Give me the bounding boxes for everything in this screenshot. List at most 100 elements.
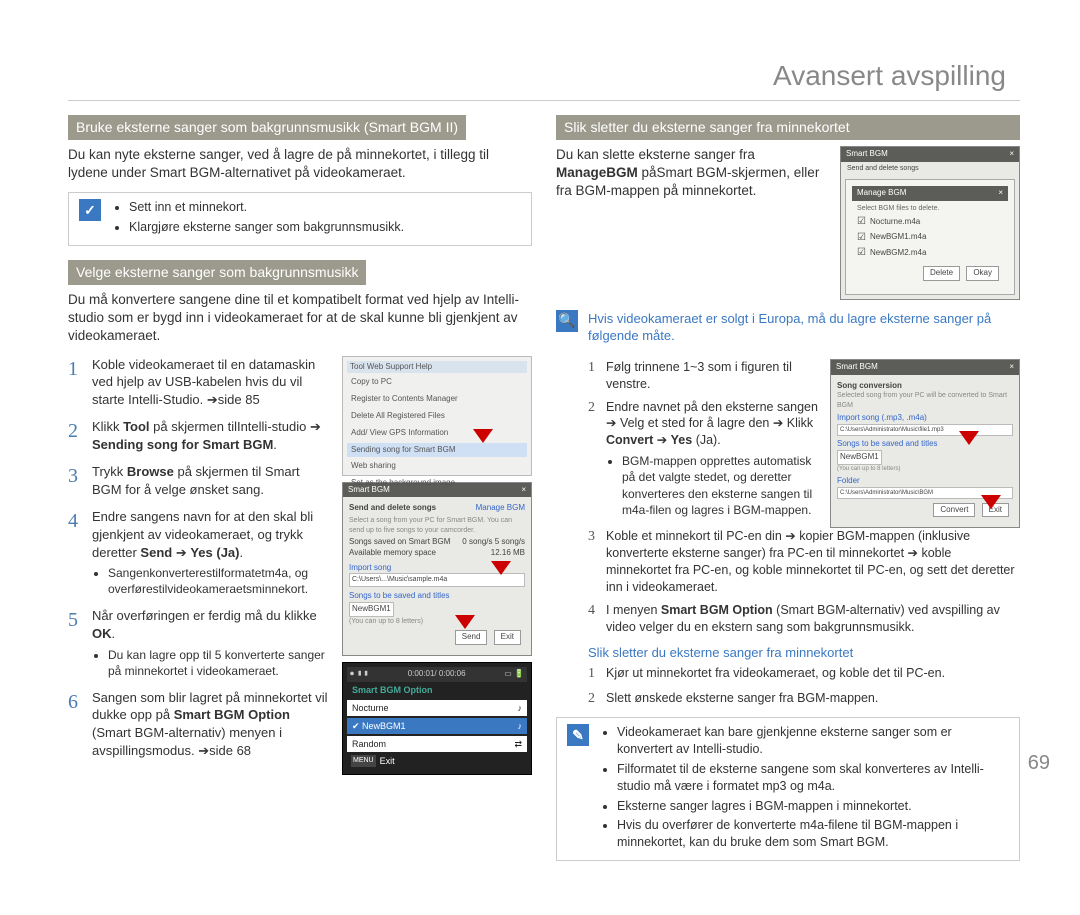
page-number: 69 bbox=[1028, 752, 1050, 775]
menu-option: Nocturne bbox=[352, 702, 389, 714]
step-number: 4 bbox=[68, 508, 92, 535]
step-number: 3 bbox=[588, 528, 606, 547]
red-arrow-icon bbox=[473, 429, 493, 443]
menu-title: Smart BGM Option bbox=[347, 682, 527, 698]
step-number: 1 bbox=[588, 359, 606, 378]
magnify-icon: 🔍 bbox=[556, 310, 578, 332]
dialog-subtitle: Send and delete songs bbox=[349, 503, 436, 514]
page-title: Avansert avspilling bbox=[68, 60, 1020, 101]
battery-icon: ▭ 🔋 bbox=[504, 669, 524, 680]
okay-button: Okay bbox=[966, 266, 999, 281]
path-field: C:\Users\...\Music\sample.m4a bbox=[349, 573, 525, 586]
label: Folder bbox=[837, 476, 1013, 487]
step-sub: BGM-mappen opprettes automatisk på det v… bbox=[622, 453, 820, 518]
step-number: 1 bbox=[68, 356, 92, 383]
step-text: Klikk Tool på skjermen tilIntelli-studio… bbox=[92, 418, 332, 453]
step-text: Følg trinnene 1~3 som i figuren til vens… bbox=[606, 359, 820, 393]
europe-note-callout: 🔍 Hvis videokameraet er solgt i Europa, … bbox=[556, 310, 1020, 345]
intro-paragraph-3: Du kan slette eksterne sanger fra Manage… bbox=[556, 146, 830, 300]
red-arrow-icon bbox=[455, 615, 475, 629]
manage-bgm-link: Manage BGM bbox=[476, 503, 525, 514]
dialog-title: Smart BGM bbox=[836, 362, 878, 373]
exit-button: Exit bbox=[494, 630, 521, 645]
step-text: Endre navnet på den eksterne sangen ➔ Ve… bbox=[606, 399, 820, 518]
step-text: Koble videokameraet til en datamaskin ve… bbox=[92, 356, 332, 409]
name-field: NewBGM1 bbox=[349, 602, 394, 617]
intro-paragraph-1: Du kan nyte eksterne sanger, ved å lagre… bbox=[68, 146, 532, 182]
send-button: Send bbox=[455, 630, 488, 645]
menu-item: Web sharing bbox=[347, 459, 527, 474]
step-number: 2 bbox=[588, 690, 606, 709]
note-item: Filformatet til de eksterne sangene som … bbox=[617, 761, 1009, 795]
delete-button: Delete bbox=[923, 266, 960, 281]
step-number: 3 bbox=[68, 463, 92, 490]
prereq-item: Klargjøre eksterne sanger som bakgrunnsm… bbox=[129, 219, 404, 236]
tool-menu-screenshot: Tool Web Support Help Copy to PC Registe… bbox=[342, 356, 532, 476]
prereq-item: Sett inn et minnekort. bbox=[129, 199, 404, 216]
red-arrow-icon bbox=[959, 431, 979, 445]
check-item: NewBGM2.m4a bbox=[857, 246, 1003, 260]
hint: (You can up to 8 letters) bbox=[837, 465, 1013, 473]
menu-tabs: Tool Web Support Help bbox=[347, 361, 527, 374]
menu-item-highlight: Sending song for Smart BGM bbox=[347, 443, 527, 458]
step-number: 2 bbox=[68, 418, 92, 445]
dialog-desc: Selected song from your PC will be conve… bbox=[837, 391, 1013, 410]
manage-bgm-dialog-screenshot: Smart BGM× Send and delete songs Manage … bbox=[840, 146, 1020, 300]
menu-option-selected: NewBGM1 bbox=[362, 721, 406, 731]
step-number: 1 bbox=[588, 665, 606, 684]
section-heading-delete: Slik sletter du eksterne sanger fra minn… bbox=[556, 115, 1020, 140]
menu-icon: MENU bbox=[351, 755, 376, 766]
step-text: Sangen som blir lagret på minnekortet vi… bbox=[92, 689, 332, 759]
step-text: Endre sangens navn for at den skal bli g… bbox=[92, 508, 332, 597]
menu-item: Set as the background image bbox=[347, 476, 527, 491]
smart-bgm-dialog-screenshot: Smart BGM× Send and delete songs Manage … bbox=[342, 482, 532, 656]
camcorder-menu-screenshot: ⏺ ▮▮ 0:00:01/ 0:00:06 ▭ 🔋 Smart BGM Opti… bbox=[342, 662, 532, 776]
check-item: NewBGM1.m4a bbox=[857, 231, 1003, 245]
dialog-subtitle: Send and delete songs bbox=[841, 162, 1019, 175]
time-display: 0:00:01/ 0:00:06 bbox=[408, 669, 466, 680]
path-field: C:\Users\Administrator\Music\file1.mp3 bbox=[837, 424, 1013, 436]
label: Available memory space bbox=[349, 548, 436, 559]
step-number: 6 bbox=[68, 689, 92, 716]
callout-text: Hvis videokameraet er solgt i Europa, må… bbox=[588, 310, 1020, 345]
prereq-callout: ✓ Sett inn et minnekort. Klargjøre ekste… bbox=[68, 192, 532, 246]
final-note-callout: ✎ Videokameraet kan bare gjenkjenne ekst… bbox=[556, 717, 1020, 861]
intro-paragraph-2: Du må konvertere sangene dine til et kom… bbox=[68, 291, 532, 346]
note-item: Hvis du overfører de konverterte m4a-fil… bbox=[617, 817, 1009, 851]
step-text: Trykk Browse på skjermen til Smart BGM f… bbox=[92, 463, 332, 498]
label: Songs saved on Smart BGM bbox=[349, 537, 450, 548]
close-icon: × bbox=[1009, 149, 1014, 160]
step-text: Slett ønskede eksterne sanger fra BGM-ma… bbox=[606, 690, 1020, 707]
close-icon: × bbox=[998, 188, 1003, 199]
pen-icon: ✎ bbox=[567, 724, 589, 746]
label: Import song (.mp3, .m4a) bbox=[837, 413, 1013, 424]
note-item: Eksterne sanger lagres i BGM-mappen i mi… bbox=[617, 798, 1009, 815]
step-number: 4 bbox=[588, 602, 606, 621]
label: Songs to be saved and titles bbox=[837, 439, 1013, 450]
step-sub: Du kan lagre opp til 5 konverterte sange… bbox=[108, 647, 332, 679]
note-item: Videokameraet kan bare gjenkjenne ekster… bbox=[617, 724, 1009, 758]
label: Songs to be saved and titles bbox=[349, 591, 525, 602]
value: 12.16 MB bbox=[491, 548, 525, 559]
red-arrow-icon bbox=[491, 561, 511, 575]
convert-dialog-screenshot: Smart BGM× Song conversion Selected song… bbox=[830, 359, 1020, 529]
section-heading-select-songs: Velge eksterne sanger som bakgrunnsmusik… bbox=[68, 260, 366, 285]
hint: (You can up to 8 letters) bbox=[349, 617, 525, 626]
convert-button: Convert bbox=[933, 503, 975, 518]
step-text: Kjør ut minnekortet fra videokameraet, o… bbox=[606, 665, 1020, 682]
step-number: 2 bbox=[588, 399, 606, 418]
dialog-subtitle: Song conversion bbox=[837, 381, 902, 390]
exit-label: Exit bbox=[380, 755, 395, 767]
step-text: Når overføringen er ferdig må du klikke … bbox=[92, 607, 332, 678]
play-controls-icon: ⏺ ▮▮ bbox=[350, 669, 369, 680]
section-heading-smart-bgm: Bruke eksterne sanger som bakgrunnsmusik… bbox=[68, 115, 466, 140]
check-item: Nocturne.m4a bbox=[857, 215, 1003, 229]
red-arrow-icon bbox=[981, 495, 1001, 509]
name-field: NewBGM1 bbox=[837, 450, 882, 465]
dialog-desc: Select BGM files to delete. bbox=[857, 204, 1003, 213]
menu-item: Add/ View GPS Information bbox=[347, 426, 527, 441]
value: 0 song/s 5 song/s bbox=[462, 537, 525, 548]
step-sub: Sangenkonverterestilformatetm4a, og over… bbox=[108, 565, 332, 597]
step-text: Koble et minnekort til PC-en din ➔ kopie… bbox=[606, 528, 1020, 596]
menu-item: Register to Contents Manager bbox=[347, 392, 527, 407]
